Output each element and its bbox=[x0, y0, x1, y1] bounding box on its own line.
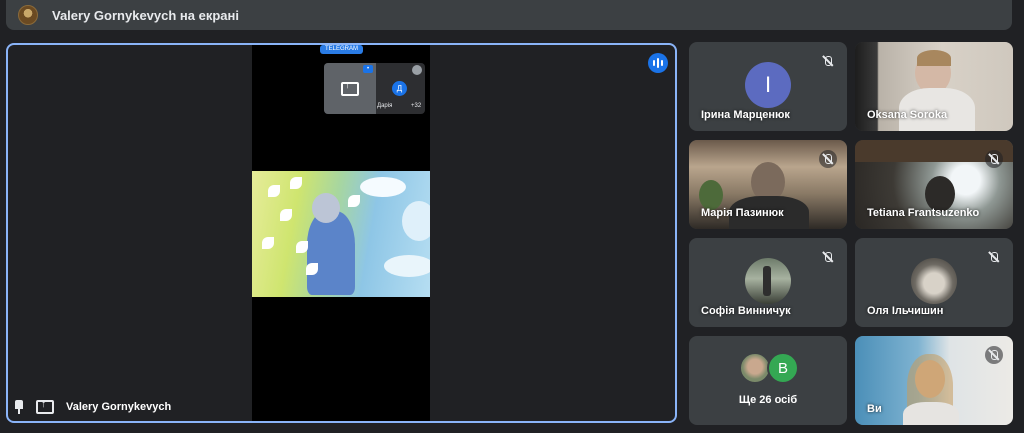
mic-off-icon bbox=[985, 248, 1003, 266]
present-screen-icon bbox=[36, 399, 54, 414]
participant-tile[interactable]: Оля Ільчишин bbox=[855, 238, 1013, 327]
stage-label: Valery Gornykevych bbox=[12, 399, 171, 415]
participant-tile[interactable]: Tetiana Frantsuzenko bbox=[855, 140, 1013, 229]
pip-window: • Д Дарія +32 bbox=[324, 63, 425, 114]
participant-name: Марія Пазинюк bbox=[701, 207, 784, 219]
speaking-indicator-icon bbox=[648, 53, 668, 73]
participant-name: Ви bbox=[867, 403, 882, 415]
presenter-banner: Valery Gornykevych на екрані bbox=[6, 0, 1012, 30]
main-stage[interactable]: TELEGRAM • Д Дарія +32 bbox=[6, 43, 677, 423]
mic-off-icon bbox=[819, 150, 837, 168]
participant-tile[interactable]: Марія Пазинюк bbox=[689, 140, 847, 229]
pip-mute-icon bbox=[412, 65, 422, 75]
participant-name: Ірина Марценюк bbox=[701, 109, 790, 121]
presenter-name: Valery Gornykevych bbox=[66, 401, 172, 413]
presenter-avatar bbox=[18, 5, 38, 25]
present-screen-icon bbox=[341, 80, 359, 96]
telegram-badge: TELEGRAM bbox=[320, 45, 364, 54]
mic-off-icon bbox=[985, 346, 1003, 364]
more-participants-tile[interactable]: В Ще 26 осіб bbox=[689, 336, 847, 425]
pip-avatar: Д bbox=[392, 81, 407, 96]
more-avatars: В bbox=[739, 352, 799, 384]
self-tile[interactable]: Ви bbox=[855, 336, 1013, 425]
pip-name: Дарія bbox=[377, 103, 393, 109]
shared-screen: TELEGRAM • Д Дарія +32 bbox=[252, 45, 430, 421]
participant-tile[interactable]: Софія Винничук bbox=[689, 238, 847, 327]
mic-off-icon bbox=[819, 248, 837, 266]
participant-name: Софія Винничук bbox=[701, 305, 791, 317]
avatar: В bbox=[767, 352, 799, 384]
avatar: І bbox=[745, 62, 791, 108]
shared-artwork bbox=[252, 171, 430, 297]
mic-off-icon bbox=[985, 150, 1003, 168]
participant-name: Оля Ільчишин bbox=[867, 305, 944, 317]
avatar bbox=[745, 258, 791, 304]
participant-tile[interactable]: І Ірина Марценюк bbox=[689, 42, 847, 131]
avatar bbox=[911, 258, 957, 304]
pip-count: +32 bbox=[411, 103, 422, 109]
pip-indicator-icon: • bbox=[363, 65, 373, 73]
more-participants-label: Ще 26 осіб bbox=[738, 394, 798, 406]
participant-name: Oksana Soroka bbox=[867, 109, 948, 121]
participant-tile[interactable]: Oksana Soroka bbox=[855, 42, 1013, 131]
pin-icon[interactable] bbox=[12, 399, 26, 415]
presenter-title: Valery Gornykevych на екрані bbox=[52, 7, 239, 23]
mic-off-icon bbox=[819, 52, 837, 70]
participant-name: Tetiana Frantsuzenko bbox=[867, 207, 980, 219]
